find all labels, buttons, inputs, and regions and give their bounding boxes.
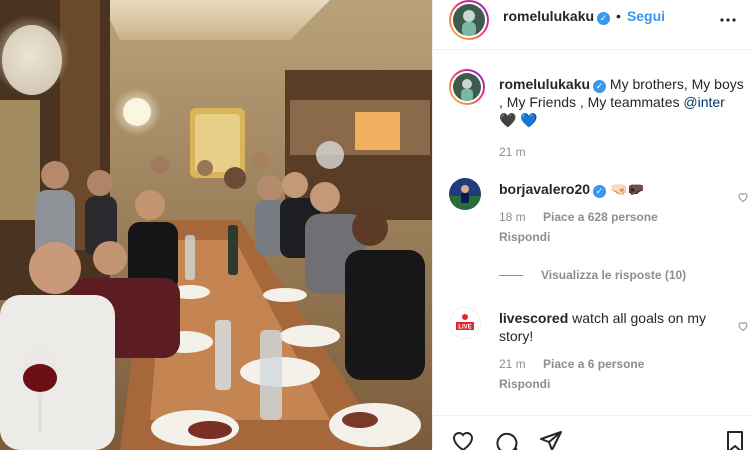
more-options-icon[interactable]	[719, 10, 737, 28]
author-username[interactable]: romelulukaku	[503, 8, 594, 24]
comment-meta: 21 m Piace a 6 persone	[499, 357, 729, 371]
caption-time: 21 m	[499, 145, 526, 159]
comment-username[interactable]: borjavalero20	[499, 181, 590, 197]
view-replies-line	[499, 275, 523, 276]
comment-likes-link[interactable]: Piace a 6 persone	[543, 357, 644, 371]
caption-mention-link[interactable]: @inter	[683, 94, 724, 110]
comment-meta: 18 m Piace a 628 persone	[499, 210, 729, 224]
header-author-line: romelulukaku ✓ • Segui	[503, 8, 665, 26]
comment-like-heart-icon[interactable]	[737, 319, 749, 332]
comment-time: 18 m	[499, 210, 526, 224]
comment-item: borjavalero20 ✓ 🤜🏻🤛🏿 18 m Piace a 628 per…	[499, 180, 729, 244]
post-header: romelulukaku ✓ • Segui	[433, 0, 750, 50]
comment-username[interactable]: livescored	[499, 310, 568, 326]
follow-button[interactable]: Segui	[627, 8, 665, 24]
verified-badge-icon: ✓	[593, 80, 607, 93]
livescored-logo-text: LIVE	[458, 325, 471, 331]
comment-reply-button[interactable]: Rispondi	[499, 377, 729, 391]
comments-section[interactable]: romelulukaku ✓ My brothers, My boys , My …	[433, 51, 750, 415]
comment-avatar-image	[449, 178, 481, 210]
caption-emoji: 🖤 💙	[499, 112, 538, 128]
verified-badge-icon: ✓	[597, 12, 611, 25]
separator-dot: •	[616, 8, 621, 24]
post-action-bar	[433, 415, 750, 450]
verified-badge-icon: ✓	[593, 185, 607, 198]
comment-likes-link[interactable]: Piace a 628 persone	[543, 210, 658, 224]
view-replies-label: Visualizza le risposte (10)	[541, 268, 687, 282]
livescored-logo-icon: LIVE	[450, 308, 480, 338]
comment-item: livescored watch all goals on my story! …	[499, 309, 729, 391]
comment-reply-button[interactable]: Rispondi	[499, 230, 729, 244]
comment-like-heart-icon[interactable]	[737, 190, 749, 203]
caption-avatar[interactable]	[449, 69, 485, 105]
post-photo[interactable]	[0, 0, 432, 450]
author-avatar[interactable]	[449, 0, 489, 40]
bookmark-icon[interactable]	[725, 430, 745, 450]
share-icon[interactable]	[539, 430, 563, 450]
caption: romelulukaku ✓ My brothers, My boys , My …	[499, 75, 745, 159]
view-replies-button[interactable]: Visualizza le risposte (10)	[499, 267, 739, 283]
comment-avatar[interactable]	[449, 178, 481, 210]
comment-text: 🤜🏻🤛🏿	[609, 181, 645, 197]
dinner-group-photo	[0, 0, 432, 450]
comment-time: 21 m	[499, 357, 526, 371]
caption-avatar-image	[453, 73, 481, 101]
comment-icon[interactable]	[495, 430, 519, 450]
heart-icon[interactable]	[451, 430, 475, 450]
author-avatar-image	[453, 4, 485, 36]
post-sidebar: romelulukaku ✓ • Segui romelulukaku ✓ My bro…	[432, 0, 750, 450]
caption-username[interactable]: romelulukaku	[499, 76, 590, 92]
comment-avatar[interactable]: LIVE	[449, 307, 481, 339]
